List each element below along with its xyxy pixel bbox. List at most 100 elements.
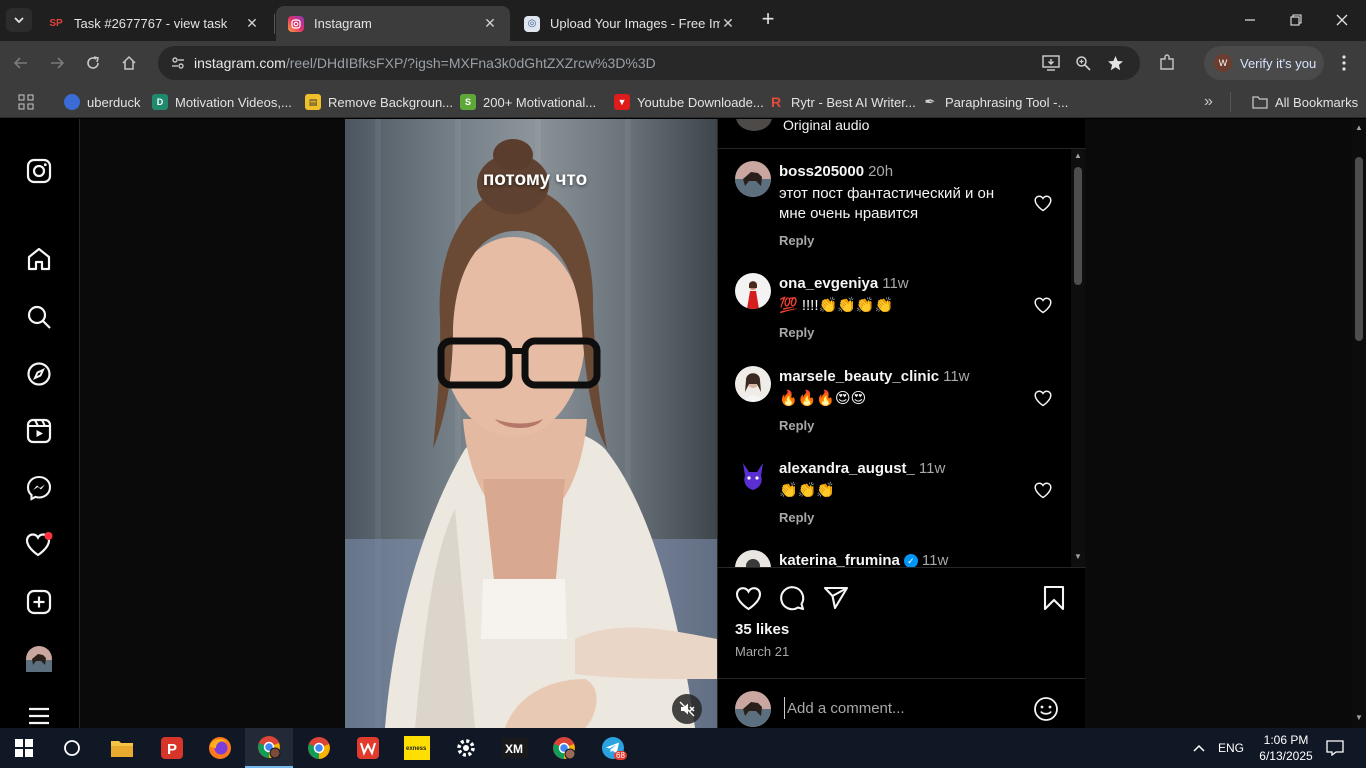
scrollbar-thumb[interactable] — [1074, 167, 1082, 285]
install-app-icon[interactable] — [1038, 50, 1064, 76]
commenter-avatar[interactable] — [735, 458, 771, 494]
back-button[interactable] — [8, 50, 34, 76]
comment-username[interactable]: marsele_beauty_clinic — [779, 368, 939, 385]
reel-video[interactable]: потому что — [345, 119, 717, 728]
firefox-icon[interactable] — [196, 728, 244, 768]
comment-username[interactable]: katerina_frumina — [779, 552, 900, 567]
bookmark-youtube-downloader[interactable]: ▼ Youtube Downloade... — [614, 91, 764, 113]
comment-username[interactable]: ona_evgeniya — [779, 275, 878, 292]
bookmark-remove-background[interactable]: ▤ Remove Backgroun... — [305, 91, 453, 113]
file-explorer-icon[interactable] — [98, 728, 146, 768]
reply-button[interactable]: Reply — [779, 418, 814, 433]
commenter-avatar[interactable] — [735, 161, 771, 197]
action-center-icon[interactable] — [1320, 728, 1350, 768]
likes-count[interactable]: 35 likes — [735, 621, 789, 638]
language-indicator[interactable]: ENG — [1214, 728, 1248, 768]
tab-close-icon[interactable]: ✕ — [482, 15, 498, 32]
commenter-avatar[interactable] — [735, 273, 771, 309]
commenter-avatar[interactable] — [735, 366, 771, 402]
create-icon[interactable] — [24, 587, 54, 617]
comment-username[interactable]: boss205000 — [779, 163, 864, 180]
telegram-icon[interactable]: 68 — [589, 728, 637, 768]
reply-button[interactable]: Reply — [779, 510, 814, 525]
profile-chip[interactable]: W Verify it's you — [1204, 46, 1324, 80]
emoji-icon[interactable] — [1032, 695, 1060, 723]
forward-button[interactable] — [44, 50, 70, 76]
bookmark-rytr[interactable]: R Rytr - Best AI Writer... — [768, 91, 916, 113]
bookmarks-overflow-icon[interactable]: » — [1204, 91, 1213, 113]
scroll-up-arrow-icon[interactable]: ▲ — [1071, 151, 1085, 163]
bookmark-motivational[interactable]: S 200+ Motivational... — [460, 91, 596, 113]
comment-like-icon[interactable] — [1033, 480, 1053, 500]
author-avatar[interactable] — [736, 119, 772, 131]
reels-icon[interactable] — [24, 416, 54, 446]
reply-button[interactable]: Reply — [779, 325, 814, 340]
chrome-icon[interactable] — [295, 728, 343, 768]
save-bookmark-icon[interactable] — [1040, 584, 1068, 612]
add-comment-input[interactable] — [784, 697, 1014, 719]
comments-scrollbar[interactable]: ▲ ▼ — [1071, 149, 1085, 567]
wps-office-icon[interactable] — [344, 728, 392, 768]
wps-presentation-icon[interactable]: P — [148, 728, 196, 768]
notifications-heart-icon[interactable] — [24, 530, 54, 560]
search-icon[interactable] — [24, 302, 54, 332]
tray-overflow-icon[interactable] — [1186, 728, 1212, 768]
bookmark-paraphrasing[interactable]: ✒ Paraphrasing Tool -... — [922, 91, 1069, 113]
instagram-logo-icon[interactable] — [24, 156, 54, 186]
tab-instagram[interactable]: Instagram ✕ — [276, 6, 510, 41]
explore-icon[interactable] — [24, 359, 54, 389]
restore-button[interactable] — [1284, 8, 1308, 32]
mute-button[interactable] — [672, 694, 702, 724]
home-icon[interactable] — [24, 244, 54, 274]
profile-avatar-icon[interactable] — [24, 644, 54, 674]
extensions-icon[interactable] — [1154, 50, 1180, 76]
like-icon[interactable] — [734, 584, 762, 612]
tab-upload-images[interactable]: ◎ Upload Your Images - Free Imag ✕ — [512, 6, 748, 41]
taskbar-clock[interactable]: 1:06 PM 6/13/2025 — [1256, 732, 1316, 764]
apps-grid-icon[interactable] — [18, 91, 34, 113]
bookmark-uberduck[interactable]: uberduck — [64, 91, 140, 113]
reload-button[interactable] — [80, 50, 106, 76]
commenter-avatar[interactable] — [735, 550, 771, 567]
all-bookmarks[interactable]: All Bookmarks — [1252, 91, 1358, 113]
comment-icon[interactable] — [778, 584, 806, 612]
comment-like-icon[interactable] — [1033, 295, 1053, 315]
scroll-down-arrow-icon[interactable]: ▼ — [1071, 552, 1085, 564]
site-info-icon[interactable] — [164, 55, 192, 71]
original-audio-row[interactable]: Original audio — [718, 119, 1086, 149]
close-window-button[interactable] — [1330, 8, 1354, 32]
browser-menu-icon[interactable] — [1332, 50, 1356, 76]
xm-trading-icon[interactable]: XM — [491, 728, 539, 768]
exness-icon[interactable]: exness — [393, 728, 441, 768]
address-bar[interactable]: instagram.com/reel/DHdIBfksFXP/?igsh=MXF… — [158, 46, 1140, 80]
search-taskbar-icon[interactable] — [48, 728, 96, 768]
bookmark-motivation[interactable]: D Motivation Videos,... — [152, 91, 292, 113]
tab-search-button[interactable] — [6, 8, 32, 32]
scrollbar-thumb[interactable] — [1355, 157, 1363, 341]
settings-gear-icon[interactable] — [442, 728, 490, 768]
scroll-down-arrow-icon[interactable]: ▼ — [1352, 713, 1366, 722]
zoom-icon[interactable] — [1070, 50, 1096, 76]
original-audio-label[interactable]: Original audio — [783, 119, 869, 133]
comment-like-icon[interactable] — [1033, 388, 1053, 408]
tab-close-icon[interactable]: ✕ — [720, 15, 736, 32]
bookmark-star-icon[interactable] — [1102, 50, 1128, 76]
comment-like-icon[interactable] — [1033, 193, 1053, 213]
chrome-alt-profile-icon[interactable] — [540, 728, 588, 768]
more-menu-icon[interactable] — [24, 701, 54, 728]
start-button[interactable] — [0, 728, 48, 768]
comments-list[interactable]: boss205000 20h этот пост фантастический и… — [718, 149, 1071, 567]
home-button[interactable] — [116, 50, 142, 76]
url-text[interactable]: instagram.com/reel/DHdIBfksFXP/?igsh=MXF… — [194, 55, 656, 71]
tab-close-icon[interactable]: ✕ — [244, 15, 260, 32]
minimize-button[interactable] — [1238, 8, 1262, 32]
scroll-up-arrow-icon[interactable]: ▲ — [1352, 123, 1366, 132]
messenger-icon[interactable] — [24, 473, 54, 503]
reply-button[interactable]: Reply — [779, 233, 814, 248]
tab-task[interactable]: SP Task #2677767 - view task ✕ — [36, 6, 272, 41]
share-icon[interactable] — [822, 584, 850, 612]
page-scrollbar[interactable]: ▲ ▼ — [1352, 119, 1366, 728]
new-tab-button[interactable]: + — [757, 8, 779, 32]
comment-username[interactable]: alexandra_august_ — [779, 460, 915, 477]
chrome-profile-icon[interactable] — [245, 728, 293, 768]
